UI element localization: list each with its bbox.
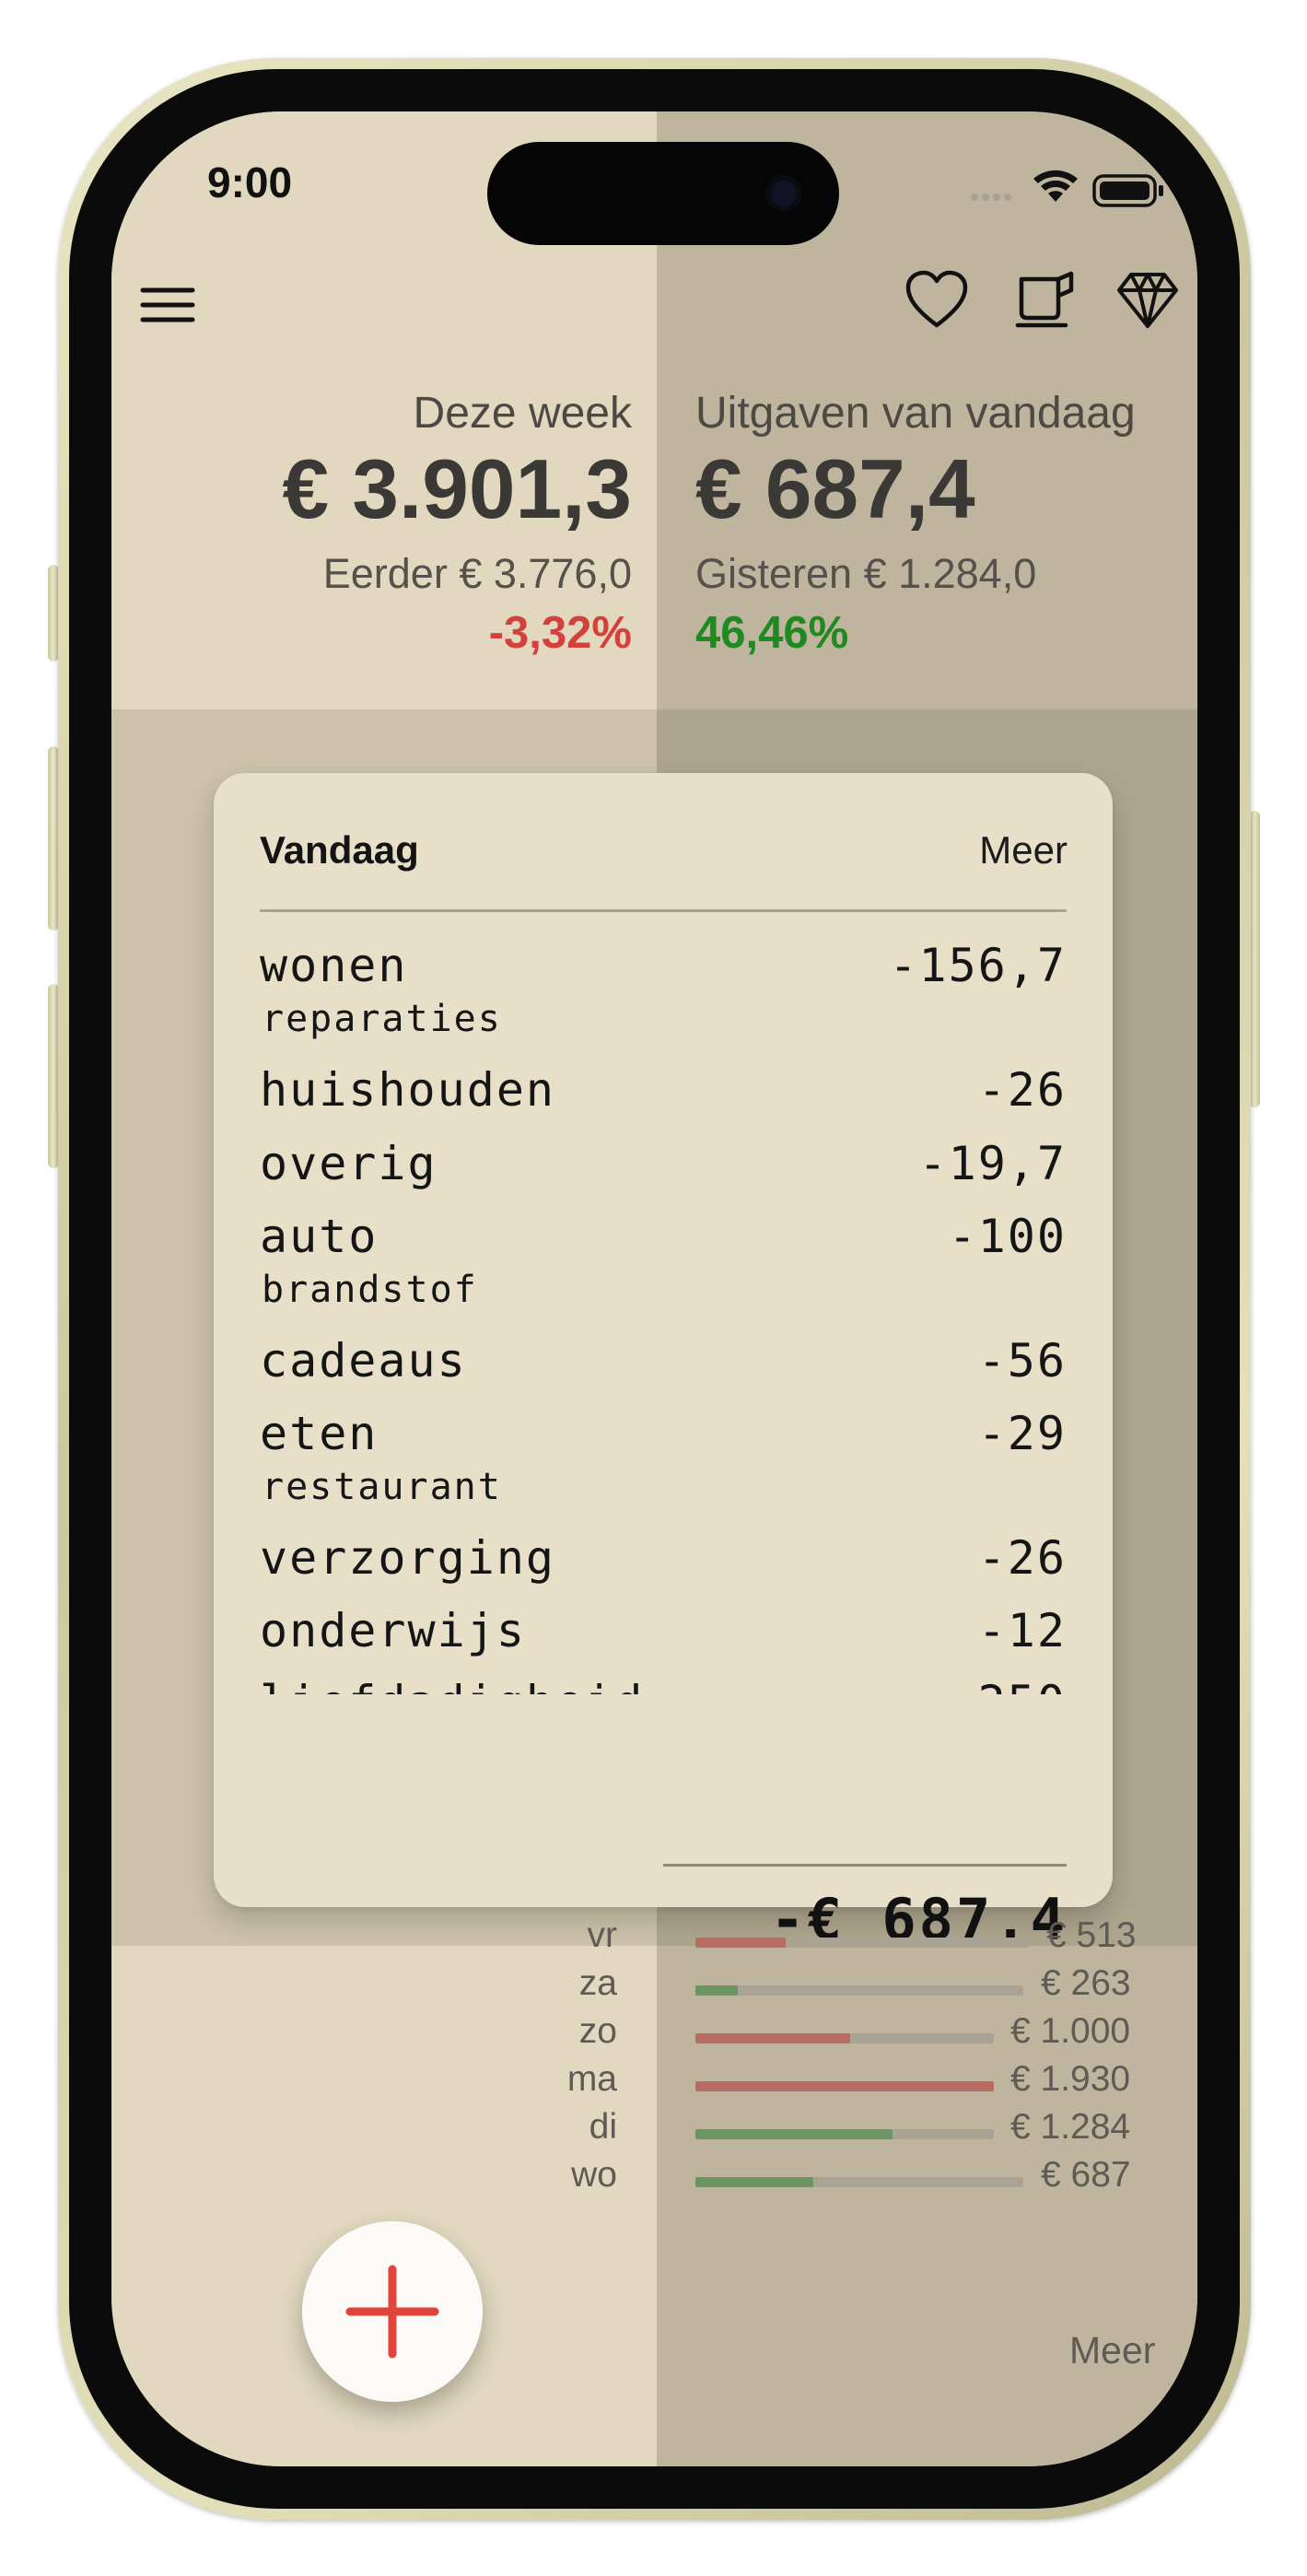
week-previous: Eerder € 3.776,0	[322, 550, 632, 597]
total-divider	[663, 1864, 1067, 1867]
front-camera	[765, 175, 802, 212]
expense-category: wonen	[260, 939, 408, 992]
expense-subcategory: brandstof	[262, 1269, 478, 1311]
week-summary: Deze week € 3.901,3 Eerder € 3.776,0 -3,…	[282, 388, 632, 659]
expense-category: overig	[260, 1137, 438, 1190]
hamburger-menu-icon[interactable]	[137, 279, 198, 331]
dynamic-island	[487, 142, 839, 245]
day-bar	[695, 2033, 851, 2043]
day-bar-track	[695, 2081, 994, 2091]
week-more-link[interactable]: Meer	[1069, 2329, 1155, 2372]
wifi-icon	[1033, 170, 1078, 202]
expense-category: cadeaus	[260, 1334, 467, 1388]
day-bar-track	[695, 1985, 1023, 1996]
day-label: di	[589, 2107, 617, 2147]
day-amount: € 1.930	[1010, 2059, 1131, 2099]
expense-row[interactable]: onderwijs -12	[260, 1604, 1067, 1659]
expense-amount: -26	[977, 1063, 1067, 1117]
expense-row[interactable]: overig -19,7	[260, 1137, 1067, 1192]
week-label: Deze week	[413, 389, 632, 438]
today-previous: Gisteren € 1.284,0	[695, 550, 1037, 597]
expense-category: liefdadigheid	[260, 1676, 644, 1694]
today-summary: Uitgaven van vandaag € 687,4 Gisteren € …	[695, 388, 1136, 659]
expense-subcategory: restaurant	[262, 1466, 502, 1508]
expense-row[interactable]: liefdadigheid -250	[260, 1676, 1067, 1694]
expense-category: huishouden	[260, 1063, 556, 1117]
day-amount: € 1.284	[1010, 2107, 1131, 2147]
day-amount: € 513	[1046, 1915, 1137, 1955]
expense-row[interactable]: verzorging -26	[260, 1531, 1067, 1587]
expense-amount: -250	[949, 1676, 1067, 1694]
status-time: 9:00	[207, 158, 293, 206]
day-bar	[695, 1985, 739, 1996]
expense-subcategory: reparaties	[262, 998, 502, 1040]
today-receipt-card: Vandaag Meer wonen -156,7 reparaties hui…	[214, 773, 1113, 1953]
expense-list[interactable]: wonen -156,7 reparaties huishouden -26 o…	[260, 939, 1067, 1694]
app-screen: 9:00 Deze week € 3.901,3 Eerder € 3.776,…	[111, 111, 1197, 2466]
expense-amount: -12	[977, 1604, 1067, 1657]
expense-amount: -100	[948, 1210, 1067, 1263]
plus-icon	[345, 2265, 439, 2359]
day-label: zo	[578, 2011, 617, 2051]
expense-row[interactable]: auto -100 brandstof	[260, 1210, 1067, 1311]
expense-row[interactable]: wonen -156,7 reparaties	[260, 939, 1067, 1040]
card-divider	[260, 909, 1067, 912]
expense-row[interactable]: huishouden -26	[260, 1063, 1067, 1118]
expense-amount: -19,7	[918, 1137, 1067, 1190]
week-amount: € 3.901,3	[282, 443, 632, 536]
today-amount: € 687,4	[695, 443, 975, 536]
day-amount: € 1.000	[1010, 2011, 1131, 2051]
expense-amount: -29	[977, 1407, 1067, 1460]
card-more-link[interactable]: Meer	[979, 828, 1068, 872]
expense-category: verzorging	[260, 1531, 556, 1585]
expense-amount: -56	[977, 1334, 1067, 1388]
expense-row[interactable]: cadeaus -56	[260, 1334, 1067, 1389]
expense-row[interactable]: eten -29 restaurant	[260, 1407, 1067, 1508]
expense-category: eten	[260, 1407, 379, 1460]
day-amount: € 687	[1041, 2155, 1131, 2195]
expense-amount: -26	[977, 1531, 1067, 1585]
day-label: vr	[587, 1915, 618, 1955]
day-bar	[695, 1938, 786, 1948]
day-bar-track	[695, 2129, 994, 2139]
expense-amount: -156,7	[889, 939, 1067, 992]
expense-category: auto	[260, 1210, 379, 1263]
day-bar-track	[695, 1938, 1029, 1948]
day-label: ma	[566, 2059, 617, 2099]
day-label: za	[578, 1963, 617, 2003]
expense-category: onderwijs	[260, 1604, 526, 1657]
today-change: 46,46%	[695, 608, 849, 658]
day-amount: € 263	[1041, 1963, 1131, 2003]
day-bar	[695, 2081, 994, 2091]
day-bar	[695, 2129, 893, 2139]
today-label: Uitgaven van vandaag	[695, 389, 1136, 438]
heart-icon[interactable]	[905, 270, 968, 331]
card-title: Vandaag	[260, 828, 419, 872]
day-label: wo	[571, 2155, 617, 2195]
week-change: -3,32%	[488, 608, 632, 658]
status-icons	[963, 167, 1175, 213]
day-bar	[695, 2177, 814, 2187]
diamond-icon[interactable]	[1115, 270, 1180, 331]
coffee-cup-icon[interactable]	[1014, 270, 1075, 331]
cellular-signal-icon	[971, 193, 1011, 201]
day-bar-track	[695, 2177, 1023, 2187]
add-expense-button[interactable]	[302, 2221, 483, 2402]
battery-icon	[1092, 174, 1163, 207]
day-bar-track	[695, 2033, 994, 2043]
